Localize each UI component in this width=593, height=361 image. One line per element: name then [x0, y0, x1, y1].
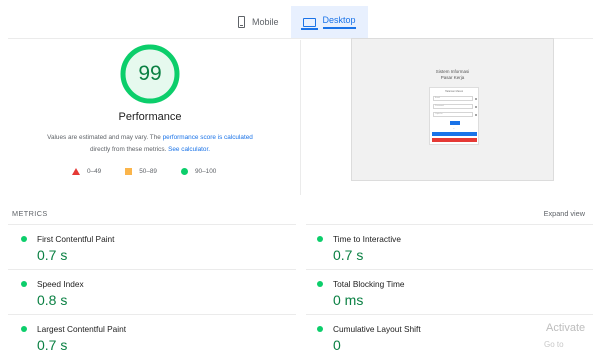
metric-value: 0.7 s	[333, 247, 364, 263]
desktop-icon	[300, 17, 318, 30]
activation-watermark-sub: Go to	[544, 340, 564, 349]
thumbnail-field: Captcha	[433, 112, 473, 117]
metric-label: Largest Contentful Paint	[37, 324, 127, 334]
performance-title: Performance	[118, 111, 182, 123]
tab-mobile-label: Mobile	[252, 17, 279, 27]
page-screenshot-thumbnail[interactable]: Sistem Informasi Pasar Kerja Halaman Mas…	[351, 38, 554, 181]
metrics-divider	[8, 314, 296, 315]
metric-label: Time to Interactive	[333, 234, 401, 244]
metric-label: Total Blocking Time	[333, 279, 405, 289]
phone-icon	[238, 16, 245, 28]
activation-watermark: Activate	[546, 322, 586, 334]
metrics-divider	[8, 269, 296, 270]
pass-circle-icon	[317, 236, 323, 242]
metrics-heading: METRICS	[12, 209, 48, 218]
pass-circle-icon	[21, 281, 27, 287]
thumbnail-bar-blue	[432, 132, 477, 136]
metric-value: 0.7 s	[37, 337, 68, 353]
thumbnail-link: ▪	[453, 128, 455, 130]
tab-mobile[interactable]: Mobile	[226, 6, 291, 38]
pass-circle-icon	[21, 236, 27, 242]
legend-pass-range: 90–100	[195, 168, 217, 175]
performance-gauge: 99	[119, 43, 181, 105]
tab-desktop-label: Desktop	[322, 15, 356, 29]
metric-label: Cumulative Layout Shift	[333, 324, 421, 334]
metric-value: 0	[333, 337, 341, 353]
thumbnail-bar-red	[432, 138, 477, 142]
metric-value: 0.8 s	[37, 292, 68, 308]
metrics-divider	[306, 269, 593, 270]
square-icon	[125, 168, 133, 175]
legend-average: 50–89	[125, 168, 157, 175]
performance-score: 99	[138, 62, 162, 85]
field-icon	[475, 113, 477, 116]
thumbnail-field: Password	[433, 104, 473, 109]
field-icon	[475, 105, 477, 108]
thumbnail-field: Email	[433, 96, 473, 101]
pass-circle-icon	[21, 326, 27, 332]
triangle-icon	[72, 168, 80, 175]
metrics-divider	[306, 314, 593, 315]
pass-circle-icon	[317, 281, 323, 287]
device-tabs: Mobile Desktop	[226, 6, 368, 38]
expand-view-toggle[interactable]: Expand view	[544, 209, 585, 218]
thumbnail-title-line2: Pasar Kerja	[440, 75, 465, 80]
field-icon	[475, 97, 477, 100]
circle-icon	[181, 168, 188, 175]
thumbnail-title: Sistem Informasi Pasar Kerja	[352, 69, 553, 81]
thumbnail-card-title: Halaman Masuk	[444, 90, 464, 93]
performance-score-link[interactable]: performance score is calculated	[163, 134, 253, 141]
thumbnail-submit-button	[450, 121, 460, 125]
note-text-1: Values are estimated and may vary. The	[47, 134, 163, 141]
pass-circle-icon	[317, 326, 323, 332]
metric-label: First Contentful Paint	[37, 234, 115, 244]
performance-note: Values are estimated and may vary. The p…	[28, 132, 272, 156]
metric-value: 0 ms	[333, 292, 364, 308]
metric-value: 0.7 s	[37, 247, 68, 263]
legend-pass: 90–100	[181, 168, 216, 175]
note-text-2: directly from these metrics.	[89, 146, 169, 153]
legend-average-range: 50–89	[139, 168, 157, 175]
metric-label: Speed Index	[37, 279, 84, 289]
section-divider	[300, 40, 301, 195]
tab-desktop[interactable]: Desktop	[290, 6, 368, 38]
legend-fail: 0–49	[72, 168, 101, 175]
thumbnail-login-card: Halaman Masuk Email Password Captcha ▪	[429, 87, 479, 145]
score-legend: 0–49 50–89 90–100	[72, 168, 216, 175]
metrics-divider	[306, 224, 593, 225]
legend-fail-range: 0–49	[87, 168, 102, 175]
see-calculator-link[interactable]: See calculator.	[168, 146, 210, 153]
metrics-divider	[8, 224, 296, 225]
